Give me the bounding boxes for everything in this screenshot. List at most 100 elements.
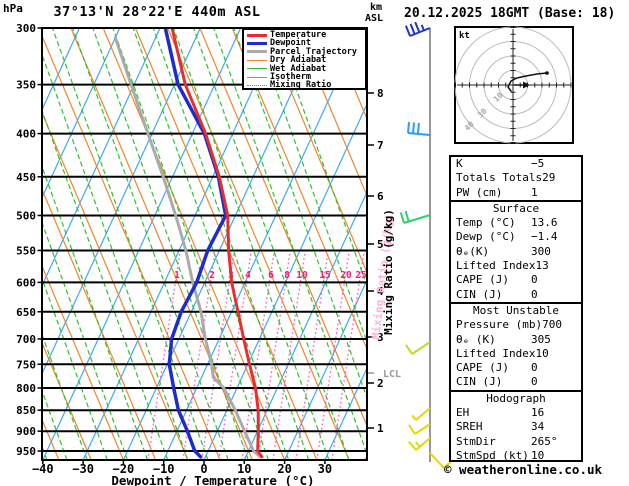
- table-row-value: 16: [531, 406, 545, 420]
- table-section: Surface Temp (°C) 13.6 Dewp (°C) −1.4 θₑ(K) 30…: [451, 199, 581, 302]
- table-row: EH 16: [451, 406, 581, 420]
- legend-box: Temperature Dewpoint Parcel Trajectory Dry …: [242, 28, 367, 90]
- table-row-label: CIN (J): [456, 287, 503, 301]
- svg-text:550: 550: [16, 244, 36, 257]
- table-row-value: 1: [531, 185, 538, 199]
- svg-text:kt: kt: [459, 31, 470, 41]
- table-row-label: Lifted Index: [456, 346, 536, 360]
- svg-text:1: 1: [174, 270, 180, 281]
- table-section: K −5 Totals Totals 29 PW (cm) 1: [451, 157, 581, 200]
- table-row: CIN (J) 0: [451, 288, 581, 302]
- svg-text:7: 7: [377, 139, 384, 152]
- table-row-label: CAPE (J): [456, 361, 509, 375]
- table-row-value: 265°: [531, 434, 558, 448]
- station-title: 37°13'N 28°22'E 440m ASL: [53, 4, 261, 20]
- svg-text:4: 4: [245, 270, 251, 281]
- table-row: Dewp (°C) −1.4: [451, 230, 581, 244]
- svg-text:700: 700: [16, 333, 36, 346]
- svg-text:15: 15: [319, 270, 331, 281]
- table-row-label: θₑ(K): [456, 244, 490, 258]
- table-section: Most Unstable Pressure (mb) 700 θₑ (K) 305 Li…: [451, 301, 581, 390]
- table-row-value: 0: [531, 287, 538, 301]
- table-row-label: Lifted Index: [456, 259, 536, 273]
- svg-text:30: 30: [318, 462, 332, 476]
- legend-line-sample: [247, 76, 267, 78]
- table-row-value: 0: [531, 273, 538, 287]
- table-row-label: EH: [456, 406, 470, 420]
- altitude-axis-unit-asl: ASL: [365, 13, 384, 24]
- svg-text:−30: −30: [72, 462, 94, 476]
- altitude-axis-unit-km: km: [370, 2, 383, 13]
- svg-text:950: 950: [16, 445, 36, 458]
- table-row-value: 0: [531, 361, 538, 375]
- table-section-header: Hodograph: [486, 391, 546, 405]
- table-row-value: 29: [542, 171, 556, 185]
- legend-line-sample: [247, 59, 267, 61]
- svg-text:300: 300: [16, 22, 36, 35]
- legend-line-sample: [247, 33, 267, 37]
- table-row-label: CIN (J): [456, 375, 503, 389]
- svg-text:650: 650: [16, 306, 36, 319]
- table-row-value: 34: [531, 420, 545, 434]
- table-row: θₑ(K) 300: [451, 245, 581, 259]
- svg-text:450: 450: [16, 171, 36, 184]
- table-row-label: StmDir: [456, 434, 496, 448]
- svg-text:Dewpoint / Temperature (°C): Dewpoint / Temperature (°C): [111, 473, 314, 486]
- table-row: CAPE (J) 0: [451, 361, 581, 375]
- table-section-header: Surface: [492, 201, 540, 215]
- hodograph: 103040kt: [454, 26, 574, 144]
- table-row-label: Pressure (mb): [456, 318, 543, 332]
- indices-table: K −5 Totals Totals 29 PW (cm) 1 Surface Temp (°…: [449, 155, 583, 462]
- svg-text:2: 2: [209, 270, 215, 281]
- svg-text:400: 400: [16, 128, 36, 141]
- table-row-value: 305: [531, 332, 551, 346]
- pressure-axis-unit: hPa: [3, 2, 23, 15]
- table-row: Temp (°C) 13.6: [451, 216, 581, 230]
- table-row-label: K: [456, 157, 463, 170]
- svg-text:6: 6: [268, 270, 274, 281]
- legend-line-sample: [247, 50, 267, 54]
- svg-text:900: 900: [16, 425, 36, 438]
- legend-item: Mixing Ratio: [247, 81, 365, 90]
- credit-footer: © weatheronline.co.uk: [444, 462, 603, 477]
- svg-text:6: 6: [377, 190, 384, 203]
- table-row: StmDir 265°: [451, 435, 581, 449]
- svg-text:20: 20: [340, 270, 352, 281]
- table-row-label: SREH: [456, 420, 483, 434]
- table-row: Totals Totals 29: [451, 171, 581, 185]
- table-row-value: −5: [531, 157, 545, 170]
- table-row: K −5: [451, 157, 581, 171]
- table-row-label: CAPE (J): [456, 273, 509, 287]
- table-section: Hodograph EH 16 SREH 34 StmDir 265° StmSpd (kt)…: [451, 389, 581, 463]
- table-row-value: 13.6: [531, 216, 558, 230]
- svg-text:Mixing Ratio (g/kg): Mixing Ratio (g/kg): [382, 209, 395, 335]
- table-row-value: 10: [535, 346, 549, 360]
- svg-text:350: 350: [16, 79, 36, 92]
- svg-text:800: 800: [16, 382, 36, 395]
- table-row: Lifted Index 13: [451, 259, 581, 273]
- skewt-sounding-page: 1 2 3 4 6 8 10 15 20 25 300 350 400 450 500 550 600 650 70…: [0, 0, 629, 486]
- table-row: PW (cm) 1: [451, 186, 581, 200]
- table-row-label: θₑ (K): [456, 332, 496, 346]
- svg-text:850: 850: [16, 404, 36, 417]
- table-row-label: Totals Totals: [456, 171, 543, 185]
- svg-text:25: 25: [355, 270, 367, 281]
- svg-text:10: 10: [296, 270, 308, 281]
- table-row-value: 0: [531, 375, 538, 389]
- table-row: SREH 34: [451, 420, 581, 434]
- svg-text:1: 1: [377, 422, 384, 435]
- legend-line-sample: [247, 85, 267, 87]
- table-row-label: Dewp (°C): [456, 230, 516, 244]
- table-row: Lifted Index 10: [451, 347, 581, 361]
- run-datetime: 20.12.2025 18GMT (Base: 18): [404, 6, 616, 21]
- table-row: Pressure (mb) 700: [451, 318, 581, 332]
- table-row-value: 300: [531, 244, 551, 258]
- svg-text:8: 8: [377, 87, 384, 100]
- table-row-value: 13: [535, 259, 549, 273]
- svg-text:600: 600: [16, 276, 36, 289]
- svg-text:750: 750: [16, 358, 36, 371]
- table-row-value: 700: [542, 318, 562, 332]
- table-row: CIN (J) 0: [451, 375, 581, 389]
- table-row: CAPE (J) 0: [451, 273, 581, 287]
- table-row-label: Temp (°C): [456, 216, 516, 230]
